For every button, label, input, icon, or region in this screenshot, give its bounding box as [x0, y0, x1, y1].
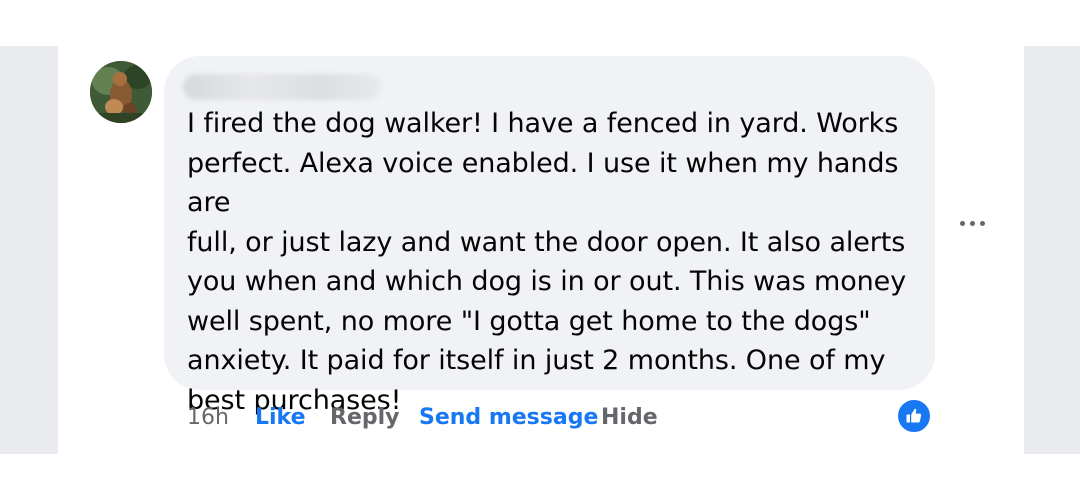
more-dot [959, 220, 965, 226]
avatar[interactable] [90, 61, 152, 123]
hide-button[interactable]: Hide [601, 404, 658, 432]
more-dot [969, 220, 975, 226]
comment-text: I fired the dog walker! I have a fenced … [187, 108, 907, 416]
like-button[interactable]: Like [255, 404, 306, 432]
more-options-icon[interactable] [955, 208, 989, 238]
more-dot [979, 220, 985, 226]
author-name-blurred[interactable] [183, 74, 381, 100]
timestamp-link[interactable]: 16h [187, 404, 229, 432]
left-gutter [0, 46, 58, 454]
thumbs-up-icon[interactable] [896, 398, 932, 434]
send-message-button[interactable]: Send message [419, 404, 598, 432]
right-gutter [1024, 46, 1080, 454]
reply-button[interactable]: Reply [330, 404, 400, 432]
